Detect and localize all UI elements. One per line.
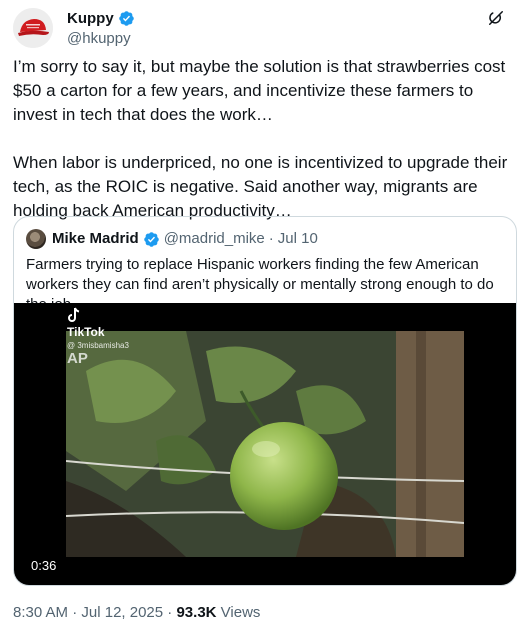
grok-icon[interactable] bbox=[486, 8, 506, 28]
views-count[interactable]: 93.3K bbox=[176, 604, 216, 621]
tweet-date[interactable]: Jul 12, 2025 bbox=[81, 604, 163, 621]
verified-badge-icon bbox=[143, 231, 159, 247]
tweet-paragraph-2: When labor is underpriced, no one is inc… bbox=[13, 153, 508, 220]
avatar[interactable] bbox=[13, 8, 53, 48]
views-label: Views bbox=[220, 604, 261, 621]
ap-watermark: AP bbox=[67, 350, 88, 367]
tweet-header: Kuppy @hkuppy bbox=[13, 8, 517, 48]
quoted-tweet-header: Mike Madrid @madrid_mike · Jul 10 bbox=[26, 229, 318, 249]
author-display-name-row[interactable]: Kuppy bbox=[67, 9, 135, 28]
verified-badge-icon bbox=[118, 11, 134, 26]
quoted-tweet[interactable]: Mike Madrid @madrid_mike · Jul 10 Farmer… bbox=[13, 216, 517, 586]
tweet-footer: 8:30 AM · Jul 12, 2025 · 93.3K Views bbox=[13, 603, 260, 623]
author-display-name[interactable]: Kuppy bbox=[67, 9, 114, 28]
quoted-display-name[interactable]: Mike Madrid bbox=[52, 229, 139, 249]
quoted-separator: · bbox=[268, 230, 274, 247]
red-cap-avatar-icon bbox=[13, 8, 53, 48]
tiktok-watermark: TikTok @ 3misbamisha3 AP bbox=[67, 307, 129, 367]
tweet-time[interactable]: 8:30 AM bbox=[13, 604, 68, 621]
footer-separator: · bbox=[167, 604, 173, 621]
tweet-paragraph-1: I’m sorry to say it, but maybe the solut… bbox=[13, 57, 506, 124]
tweet-text: I’m sorry to say it, but maybe the solut… bbox=[13, 55, 517, 223]
video-player[interactable]: TikTok @ 3misbamisha3 AP 0:36 bbox=[14, 303, 516, 585]
video-duration: 0:36 bbox=[26, 557, 62, 575]
quoted-avatar[interactable] bbox=[26, 229, 46, 249]
tiktok-brand: TikTok bbox=[67, 325, 105, 339]
author-handle[interactable]: @hkuppy bbox=[67, 29, 135, 48]
footer-separator: · bbox=[72, 604, 78, 621]
author-names: Kuppy @hkuppy bbox=[67, 9, 135, 48]
quoted-handle[interactable]: @madrid_mike bbox=[164, 229, 265, 249]
tiktok-logo-icon bbox=[68, 307, 80, 322]
quoted-date[interactable]: Jul 10 bbox=[278, 229, 318, 249]
